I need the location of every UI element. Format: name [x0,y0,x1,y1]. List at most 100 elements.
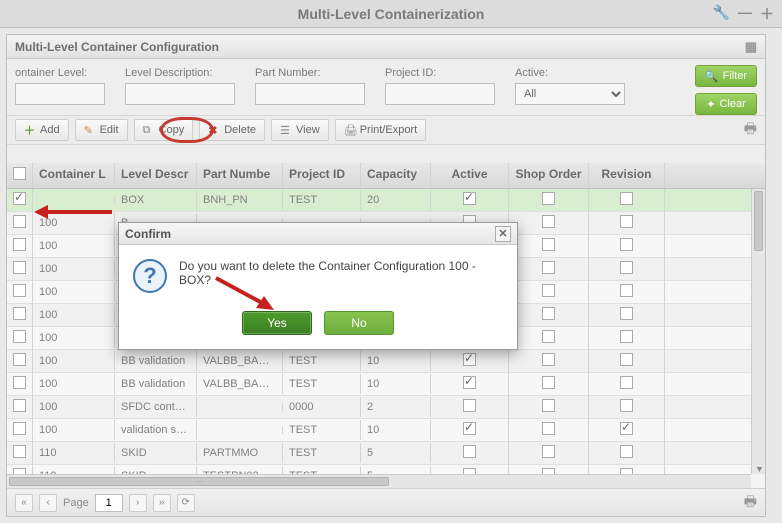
shop-order-checkbox[interactable] [542,192,555,205]
hscroll-thumb[interactable]: ··· [9,477,389,486]
col-active[interactable]: Active [431,163,509,188]
row-select-checkbox[interactable] [13,422,26,435]
cell [589,395,665,419]
table-row[interactable]: 110SKIDPARTMMOTEST5 [7,442,751,465]
revision-checkbox[interactable] [620,284,633,297]
shop-order-checkbox[interactable] [542,422,555,435]
revision-checkbox[interactable] [620,215,633,228]
revision-checkbox[interactable] [620,330,633,343]
shop-order-checkbox[interactable] [542,284,555,297]
filter-bar: ontainer Level: Level Description: Part … [7,59,765,109]
select-all-checkbox[interactable] [13,167,26,180]
wrench-icon[interactable]: 🔧 [713,4,730,24]
filter-button[interactable]: 🔍Filter [695,65,757,87]
revision-checkbox[interactable] [620,307,633,320]
row-select-checkbox[interactable] [13,353,26,366]
col-part-number[interactable]: Part Numbe [197,163,283,188]
dialog-yes-button[interactable]: Yes [242,311,312,335]
table-row[interactable]: 100validation sfd…TEST10 [7,419,751,442]
active-checkbox[interactable] [463,353,476,366]
page-first-button[interactable]: « [15,494,33,512]
active-checkbox[interactable] [463,445,476,458]
active-checkbox[interactable] [463,399,476,412]
table-row[interactable]: 110SKIDTESTPN03TEST5 [7,465,751,474]
row-select-checkbox[interactable] [13,399,26,412]
print-button[interactable]: 🖨Print/Export [335,119,426,141]
col-project-id[interactable]: Project ID [283,163,361,188]
col-capacity[interactable]: Capacity [361,163,431,188]
revision-checkbox[interactable] [620,422,633,435]
col-shop-order[interactable]: Shop Order [509,163,589,188]
table-row[interactable]: 100BB validationVALBB_BASE2TEST10 [7,350,751,373]
shop-order-checkbox[interactable] [542,445,555,458]
page-input[interactable] [95,494,123,512]
vertical-scrollbar[interactable]: ▲ ▼ [751,189,765,474]
minimize-icon[interactable]: — [738,4,752,24]
filter-proj-input[interactable] [385,83,495,105]
shop-order-checkbox[interactable] [542,238,555,251]
table-row[interactable]: BOXBNH_PNTEST20 [7,189,751,212]
col-level-desc[interactable]: Level Descr [115,163,197,188]
clear-button[interactable]: ✦Clear [695,93,757,115]
cell: TEST [283,374,361,394]
active-checkbox[interactable] [463,422,476,435]
page-prev-button[interactable]: ‹ [39,494,57,512]
copy-button[interactable]: ⧉Copy [134,119,194,141]
edit-button[interactable]: ✎Edit [75,119,128,141]
pager-export-icon[interactable]: 🖶 [744,491,757,515]
revision-checkbox[interactable] [620,399,633,412]
cell [431,418,509,442]
shop-order-checkbox[interactable] [542,330,555,343]
shop-order-checkbox[interactable] [542,353,555,366]
cell [7,234,33,258]
shop-order-checkbox[interactable] [542,215,555,228]
filter-level-input[interactable] [15,83,105,105]
filter-desc-input[interactable] [125,83,235,105]
col-revision[interactable]: Revision [589,163,665,188]
shop-order-checkbox[interactable] [542,261,555,274]
scroll-down-icon[interactable]: ▼ [755,464,764,474]
active-checkbox[interactable] [463,192,476,205]
col-container-level[interactable]: Container L [33,163,115,188]
view-button[interactable]: ☰View [271,119,329,141]
horizontal-scrollbar[interactable]: ··· [7,474,751,488]
row-select-checkbox[interactable] [13,284,26,297]
row-select-checkbox[interactable] [13,307,26,320]
shop-order-checkbox[interactable] [542,307,555,320]
revision-checkbox[interactable] [620,192,633,205]
row-select-checkbox[interactable] [13,376,26,389]
cell [509,349,589,373]
add-button[interactable]: ＋Add [15,119,69,141]
panel-gear-icon[interactable]: ▦ [745,39,757,55]
dialog-close-button[interactable]: ✕ [495,226,511,242]
row-select-checkbox[interactable] [13,445,26,458]
delete-button[interactable]: ✖Delete [199,119,265,141]
dialog-header[interactable]: Confirm ✕ [119,223,517,245]
revision-checkbox[interactable] [620,261,633,274]
row-select-checkbox[interactable] [13,192,26,205]
page-refresh-button[interactable]: ⟳ [177,494,195,512]
add-window-icon[interactable]: ＋ [760,4,774,24]
active-checkbox[interactable] [463,376,476,389]
row-select-checkbox[interactable] [13,215,26,228]
table-row[interactable]: 100BB validationVALBB_BASE4TEST10 [7,373,751,396]
shop-order-checkbox[interactable] [542,376,555,389]
revision-checkbox[interactable] [620,238,633,251]
dialog-no-button[interactable]: No [324,311,394,335]
row-select-checkbox[interactable] [13,238,26,251]
grid-header: Container L Level Descr Part Numbe Proje… [7,163,765,189]
revision-checkbox[interactable] [620,376,633,389]
row-select-checkbox[interactable] [13,330,26,343]
pager: « ‹ Page › » ⟳ 🖶 [7,488,765,516]
revision-checkbox[interactable] [620,353,633,366]
page-last-button[interactable]: » [153,494,171,512]
filter-active-select[interactable]: All [515,83,625,105]
revision-checkbox[interactable] [620,445,633,458]
shop-order-checkbox[interactable] [542,399,555,412]
row-select-checkbox[interactable] [13,261,26,274]
page-next-button[interactable]: › [129,494,147,512]
export-icon[interactable]: 🖶 [744,118,757,142]
scroll-thumb[interactable] [754,191,763,251]
filter-pn-input[interactable] [255,83,365,105]
table-row[interactable]: 100SFDC container00002 [7,396,751,419]
